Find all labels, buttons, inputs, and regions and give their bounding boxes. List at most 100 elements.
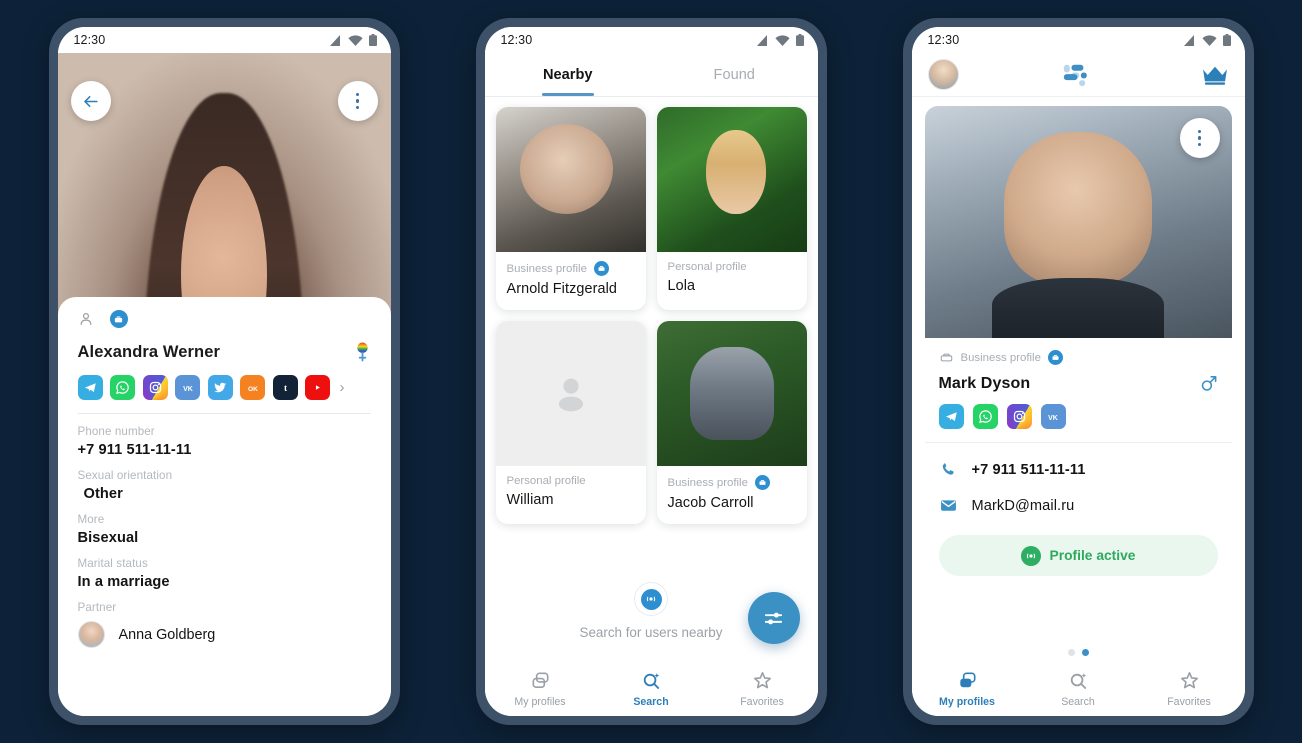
field-more: More Bisexual [78, 502, 371, 546]
field-label: Phone number [77, 425, 155, 438]
wifi-icon [347, 34, 363, 46]
profile-card[interactable]: Personal profile Lola [656, 107, 807, 310]
chevron-right-icon[interactable]: › [340, 379, 345, 396]
whatsapp-icon[interactable] [110, 375, 135, 400]
profile-card[interactable]: Personal profile William [495, 321, 646, 524]
status-time: 12:30 [73, 33, 106, 47]
status-bar: 12:30 [484, 27, 818, 53]
nearby-search-area: Search for users nearby [485, 524, 818, 660]
app-header [911, 53, 1245, 97]
broadcast-icon [1020, 545, 1041, 566]
svg-text:VK: VK [183, 385, 193, 392]
back-button[interactable] [70, 81, 111, 121]
social-links-row: VK [938, 404, 1218, 429]
nav-my-profiles[interactable]: My profiles [912, 669, 1023, 708]
profile-status-label: Profile active [1049, 548, 1136, 563]
profile-card-kind: Personal profile [668, 261, 796, 273]
vk-icon[interactable]: VK [1040, 404, 1066, 429]
nav-search[interactable]: Search [1023, 669, 1134, 708]
contact-email-value: MarkD@mail.ru [971, 497, 1075, 514]
status-icons [1183, 34, 1231, 46]
youtube-icon[interactable] [305, 375, 330, 400]
telegram-icon[interactable] [938, 404, 964, 429]
page-dot-active[interactable] [1081, 649, 1089, 656]
contact-phone-row[interactable]: +7 911 511-11-11 [939, 460, 1218, 479]
nav-search[interactable]: Search [596, 669, 707, 708]
profile-info-card: Business profile Mark Dyson VK +7 911 51… [924, 338, 1232, 640]
overflow-menu-button[interactable] [1179, 118, 1220, 158]
svg-text:OK: OK [248, 385, 258, 392]
crown-premium-icon[interactable] [1201, 64, 1229, 86]
social-links-row: VK OK t › [77, 375, 371, 400]
screenshot-stage: 12:30 Alexandra Werner VK OK t › Phone n… [0, 0, 1302, 743]
profile-kind-label: Business profile [960, 351, 1041, 364]
person-outline-icon[interactable] [78, 311, 94, 327]
field-sexual-orientation: Sexual orientation Other [78, 458, 371, 502]
wifi-icon [1201, 34, 1217, 46]
app-logo-icon[interactable] [1063, 62, 1097, 88]
search-sparkle-icon [1070, 672, 1086, 689]
profile-card-kind-label: Business profile [667, 476, 748, 489]
nav-label: My profiles [514, 695, 566, 708]
profile-card-kind: Personal profile [507, 475, 635, 487]
field-value: +7 911 511-11-11 [77, 442, 192, 458]
odnoklassniki-icon[interactable]: OK [240, 375, 265, 400]
tab-found[interactable]: Found [651, 53, 818, 96]
placeholder-avatar-icon [558, 378, 583, 411]
signal-icon [756, 34, 767, 46]
tumblr-icon[interactable]: t [272, 375, 298, 400]
briefcase-badge-icon[interactable] [109, 310, 128, 328]
bottom-navigation: My profiles Search Favorites [911, 660, 1245, 716]
profile-card-kind-label: Personal profile [506, 475, 586, 487]
tab-nearby[interactable]: Nearby [485, 53, 652, 96]
nav-label: Search [633, 695, 669, 708]
profile-card-body: Business profile Jacob Carroll [657, 466, 807, 524]
profile-name-row: Mark Dyson [939, 374, 1218, 393]
profile-details-sheet: Alexandra Werner VK OK t › Phone number … [57, 297, 391, 716]
svg-text:VK: VK [1048, 414, 1058, 421]
profile-card[interactable]: Business profile Jacob Carroll [656, 321, 807, 524]
nav-favorites[interactable]: Favorites [707, 669, 818, 708]
twitter-icon[interactable] [207, 375, 233, 400]
star-icon [753, 671, 771, 688]
field-label: Partner [77, 601, 117, 614]
nav-my-profiles[interactable]: My profiles [485, 669, 596, 708]
page-dot[interactable] [1067, 649, 1075, 656]
profile-card-photo [495, 321, 646, 466]
field-label: More [77, 513, 105, 526]
whatsapp-icon[interactable] [972, 404, 998, 429]
profile-card-body: Personal profile William [496, 466, 646, 521]
partner-row[interactable]: Anna Goldberg [77, 621, 371, 648]
profile-page-indicator[interactable] [925, 640, 1232, 660]
radar-nearby-icon [640, 588, 662, 610]
profile-card[interactable]: Business profile Arnold Fitzgerald [495, 107, 646, 310]
briefcase-badge-icon[interactable] [1047, 350, 1063, 365]
instagram-icon[interactable] [142, 375, 168, 400]
field-value: In a marriage [77, 574, 170, 590]
search-sparkle-icon [643, 672, 659, 689]
search-tabs: Nearby Found [484, 53, 818, 97]
overflow-menu-button[interactable] [337, 81, 378, 121]
profile-status-button[interactable]: Profile active [938, 535, 1218, 576]
vk-icon[interactable]: VK [175, 375, 200, 400]
filter-fab-button[interactable] [747, 592, 800, 644]
profile-card-wrapper: Business profile Mark Dyson VK +7 911 51… [912, 97, 1245, 660]
nav-favorites[interactable]: Favorites [1134, 669, 1245, 708]
profile-card-name: Arnold Fitzgerald [506, 281, 617, 297]
field-marital-status: Marital status In a marriage [78, 546, 371, 590]
profile-photo[interactable] [924, 106, 1232, 338]
briefcase-badge-icon [593, 261, 609, 276]
field-value: Other [83, 486, 123, 502]
user-avatar[interactable] [927, 59, 959, 90]
profile-kind-row: Business profile [939, 350, 1218, 365]
nav-label: Search [1061, 695, 1095, 708]
card-divider [924, 442, 1232, 443]
nav-label: Favorites [1167, 695, 1211, 708]
radar-nearby-button[interactable] [634, 582, 668, 616]
phone-2-search-nearby: 12:30 Nearby Found Business profile Arno… [475, 18, 827, 725]
contact-email-row[interactable]: MarkD@mail.ru [939, 496, 1218, 515]
briefcase-outline-icon [940, 353, 952, 362]
profile-card-body: Personal profile Lola [657, 252, 807, 307]
telegram-icon[interactable] [77, 375, 103, 400]
instagram-icon[interactable] [1006, 404, 1032, 429]
